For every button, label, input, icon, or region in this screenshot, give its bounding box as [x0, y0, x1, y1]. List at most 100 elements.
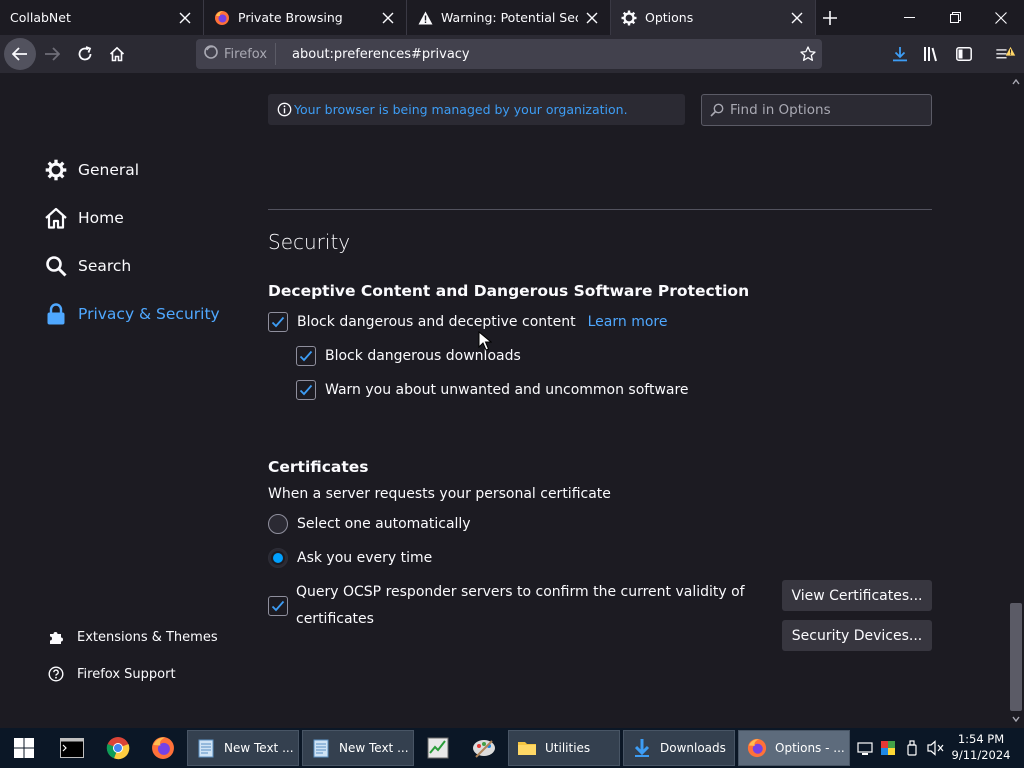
library-button[interactable]	[921, 43, 943, 65]
sidebar-item-general[interactable]: General	[44, 155, 139, 185]
start-button[interactable]	[8, 732, 40, 764]
usb-drive-icon	[907, 740, 917, 756]
block-downloads-checkbox[interactable]	[296, 346, 316, 366]
sidebar-item-search[interactable]: Search	[44, 251, 131, 281]
ask-every-label[interactable]: Ask you every time	[297, 550, 432, 566]
scroll-up-icon	[1012, 79, 1020, 85]
sidebar-item-label: Search	[78, 257, 132, 275]
tab-warning[interactable]: Warning: Potential Security Risk Ahead	[407, 0, 611, 35]
taskbar-clock[interactable]: 1:54 PM 9/11/2024	[948, 731, 1014, 763]
select-auto-radio[interactable]	[268, 514, 288, 534]
ocsp-checkbox[interactable]	[268, 596, 288, 616]
tray-display[interactable]	[877, 732, 899, 764]
sidebar-icon	[956, 47, 972, 61]
downloads-button[interactable]	[889, 43, 911, 65]
tab-title: Warning: Potential Security Risk Ahead	[441, 10, 578, 25]
close-icon[interactable]	[584, 10, 600, 26]
search-input[interactable]	[730, 102, 920, 118]
ocsp-row	[268, 595, 297, 617]
firefox-identity-icon	[204, 45, 218, 63]
find-in-options[interactable]	[701, 94, 932, 126]
taskbar: New Text ... New Text ... Utilities Down…	[0, 728, 1024, 768]
taskbar-item-downloads[interactable]: Downloads	[623, 730, 735, 766]
chrome-icon	[106, 737, 130, 760]
taskbar-item-notepad-1[interactable]: New Text ...	[187, 730, 299, 766]
scrollbar-thumb[interactable]	[1010, 603, 1022, 711]
menu-button[interactable]	[994, 43, 1016, 65]
warn-unwanted-label[interactable]: Warn you about unwanted and uncommon sof…	[325, 382, 689, 398]
sidebar-item-home[interactable]: Home	[44, 203, 124, 233]
firefox-window: CollabNet Private Browsing Warning: Pote…	[0, 0, 1024, 768]
close-icon[interactable]	[177, 10, 193, 26]
terminal-icon	[60, 738, 84, 758]
taskbar-item-utilities[interactable]: Utilities	[508, 730, 620, 766]
search-icon	[710, 103, 724, 117]
taskbar-chrome[interactable]	[102, 732, 134, 764]
ocsp-label-line2[interactable]: certificates	[296, 611, 374, 627]
extensions-themes-link[interactable]: Extensions & Themes	[48, 629, 218, 645]
policies-notice[interactable]: Your browser is being managed by your or…	[268, 94, 685, 125]
taskbar-firefox[interactable]	[147, 732, 179, 764]
notepad-icon	[311, 738, 331, 758]
paint-icon	[473, 740, 495, 758]
block-dangerous-label[interactable]: Block dangerous and deceptive content	[297, 314, 576, 330]
minimize-button[interactable]	[886, 0, 932, 35]
close-window-button[interactable]	[978, 0, 1024, 35]
sidebar-item-label: Privacy & Security	[78, 305, 220, 323]
url-text[interactable]: about:preferences#privacy	[292, 47, 794, 62]
tray-network[interactable]	[854, 732, 876, 764]
firefox-support-link[interactable]: Firefox Support	[48, 666, 176, 682]
checkmark-icon	[299, 384, 313, 396]
taskbar-item-notepad-2[interactable]: New Text ...	[302, 730, 414, 766]
checkmark-icon	[271, 316, 285, 328]
restore-button[interactable]	[932, 0, 978, 35]
bookmark-star-icon[interactable]	[794, 46, 822, 62]
reload-button[interactable]	[69, 38, 101, 70]
minimize-icon	[903, 16, 915, 18]
ask-every-radio[interactable]	[268, 548, 288, 568]
security-heading: Security	[268, 230, 351, 254]
taskbar-terminal[interactable]	[56, 732, 88, 764]
sidebar-item-privacy[interactable]: Privacy & Security	[44, 299, 220, 329]
display-color-icon	[881, 741, 895, 755]
home-button[interactable]	[101, 38, 133, 70]
security-devices-button[interactable]: Security Devices...	[782, 620, 932, 651]
tray-volume[interactable]	[925, 732, 947, 764]
taskbar-item-label: Utilities	[545, 741, 591, 755]
warn-unwanted-checkbox[interactable]	[296, 380, 316, 400]
taskbar-item-label: Downloads	[660, 741, 726, 755]
volume-muted-icon	[927, 740, 944, 756]
new-tab-button[interactable]	[816, 0, 844, 35]
tab-private-browsing[interactable]: Private Browsing	[204, 0, 407, 35]
network-icon	[857, 742, 873, 755]
sidebar-button[interactable]	[953, 43, 975, 65]
tab-title: Private Browsing	[238, 10, 343, 25]
tray-usb[interactable]	[901, 732, 923, 764]
taskbar-paint[interactable]	[468, 732, 500, 764]
close-icon[interactable]	[380, 10, 396, 26]
learn-more-link[interactable]: Learn more	[588, 314, 668, 330]
tab-options[interactable]: Options	[611, 0, 816, 35]
help-icon	[48, 666, 64, 682]
taskbar-task-manager[interactable]	[422, 732, 454, 764]
tab-collabnet[interactable]: CollabNet	[0, 0, 204, 35]
section-divider	[268, 209, 932, 210]
back-button[interactable]	[4, 38, 36, 70]
block-dangerous-row: Block dangerous and deceptive content Le…	[268, 311, 667, 333]
scrollbar[interactable]	[1008, 73, 1024, 728]
view-certificates-button[interactable]: View Certificates...	[782, 580, 932, 611]
download-folder-icon	[632, 738, 652, 758]
taskbar-item-firefox-options[interactable]: Options - ...	[738, 730, 850, 766]
identity-box[interactable]: Firefox	[196, 43, 277, 65]
block-dangerous-checkbox[interactable]	[268, 312, 288, 332]
forward-button[interactable]	[36, 38, 68, 70]
info-icon	[277, 102, 292, 117]
url-bar[interactable]: Firefox about:preferences#privacy	[196, 39, 822, 69]
gear-icon	[44, 158, 68, 182]
ocsp-label-line1[interactable]: Query OCSP responder servers to confirm …	[296, 584, 745, 600]
firefox-icon	[152, 737, 174, 759]
folder-icon	[517, 738, 537, 758]
select-auto-label[interactable]: Select one automatically	[297, 516, 471, 532]
close-icon[interactable]	[789, 10, 805, 26]
sidebar-item-label: Home	[78, 209, 124, 227]
